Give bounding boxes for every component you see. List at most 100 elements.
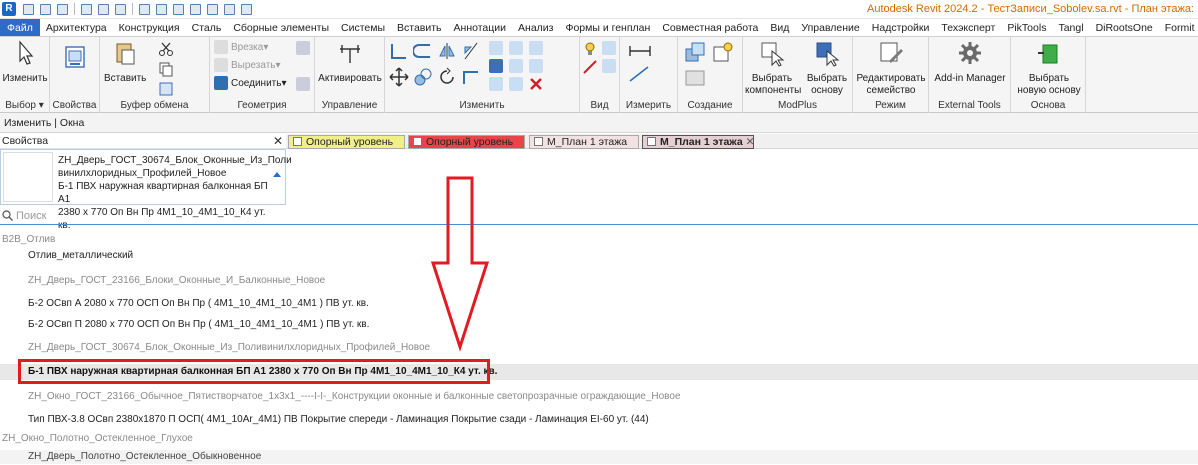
delete-icon[interactable] (529, 77, 543, 91)
split-icon[interactable] (489, 41, 503, 55)
print-icon[interactable] (115, 3, 126, 15)
sync-icon[interactable] (57, 3, 68, 15)
view-tab-ref-level-2[interactable]: Опорный уровень (408, 135, 525, 149)
open-icon[interactable] (23, 3, 34, 15)
list-item[interactable]: Отлив_металлический (0, 249, 1198, 263)
pin-icon[interactable] (529, 59, 543, 73)
modify-panel-label: Изменить (459, 100, 505, 111)
select-base-button[interactable]: Выбрать основу (803, 39, 851, 97)
save-icon[interactable] (40, 3, 51, 15)
list-group-header: ZH_Дверь_ГОСТ_30674_Блок_Оконные_Из_Поли… (28, 342, 431, 353)
tab-insert[interactable]: Вставить (391, 19, 448, 36)
tab-manage[interactable]: Управление (795, 19, 865, 36)
unpin-icon[interactable] (529, 41, 543, 55)
tab-steel[interactable]: Сталь (186, 19, 228, 36)
cut-out-button[interactable]: Вырезать ▾ (214, 58, 281, 72)
view-tab-floor-plan-1[interactable]: М_План 1 этажа (529, 135, 639, 149)
trim-multiple-icon[interactable] (509, 77, 523, 91)
select-new-base-button[interactable]: Выбрать новую основу (1015, 39, 1083, 97)
rotate-icon[interactable] (437, 67, 457, 87)
dimension-tool-icon[interactable] (628, 65, 652, 83)
edit-family-icon (880, 42, 903, 63)
tab-file[interactable]: Файл (0, 19, 40, 36)
tab-analyze[interactable]: Анализ (512, 19, 559, 36)
tab-dirootsone[interactable]: DiRootsOne (1090, 19, 1159, 36)
tab-architecture[interactable]: Архитектура (40, 19, 113, 36)
light-bulb-icon[interactable] (582, 41, 598, 57)
create-parts-icon[interactable] (712, 41, 734, 63)
tab-tangl[interactable]: Tangl (1052, 19, 1089, 36)
tab-annotate[interactable]: Аннотации (448, 19, 513, 36)
create-assembly-icon[interactable] (684, 41, 706, 63)
redo-icon[interactable] (98, 3, 109, 15)
close-tab-icon[interactable]: ✕ (746, 136, 753, 148)
properties-label: Свойства (52, 100, 97, 111)
list-item[interactable]: Б-2 ОСвп А 2080 х 770 ОСП Оп Вн Пр ( 4М1… (0, 297, 1198, 311)
view-tab-floor-plan-active[interactable]: М_План 1 этажа ✕ (642, 135, 754, 149)
home-3d-icon[interactable] (190, 3, 201, 15)
properties-button[interactable] (60, 43, 90, 77)
thin-lines-icon[interactable] (224, 3, 235, 15)
view-panel-label: Вид (590, 100, 609, 111)
dimension-icon[interactable] (156, 3, 167, 15)
match-properties-icon[interactable] (158, 81, 174, 97)
override-icon[interactable] (602, 59, 616, 73)
tab-addins[interactable]: Надстройки (866, 19, 936, 36)
scale-icon[interactable] (509, 59, 523, 73)
select-panel-label[interactable]: Выбор ▾ (0, 100, 49, 111)
switch-windows-icon[interactable] (241, 3, 252, 15)
move-icon[interactable] (389, 67, 409, 87)
select-components-button[interactable]: Выбрать компоненты (745, 39, 801, 97)
view-tab-ref-level-1[interactable]: Опорный уровень (288, 135, 405, 149)
list-group-header: ZH_Окно_Полотно_Остекленное_Глухое (2, 433, 193, 444)
modify-button[interactable]: Изменить (2, 39, 48, 85)
select-panel-text: Выбор (5, 100, 36, 111)
align-icon[interactable] (389, 41, 409, 61)
mirror-draw-icon[interactable] (461, 41, 481, 61)
wall-joins-icon[interactable] (296, 41, 310, 55)
tab-systems[interactable]: Системы (335, 19, 391, 36)
tab-precast[interactable]: Сборные элементы (227, 19, 335, 36)
cut-in-button[interactable]: Врезка ▾ (214, 40, 268, 54)
section-icon[interactable] (207, 3, 218, 15)
cut-icon[interactable] (158, 41, 174, 57)
activate-label: Активировать (318, 73, 382, 84)
mirror-axis-icon[interactable] (437, 41, 457, 61)
dropdown-arrow-icon[interactable] (273, 172, 281, 177)
text-icon[interactable] (173, 3, 184, 15)
activate-button[interactable]: Активировать (317, 39, 383, 85)
tab-techexpert[interactable]: Техэксперт (935, 19, 1001, 36)
hide-icon[interactable] (602, 41, 616, 55)
demolish-icon[interactable] (296, 77, 310, 91)
list-item[interactable]: Б-2 ОСвп П 2080 х 770 ОСП Оп Вн Пр ( 4М1… (0, 318, 1198, 332)
revit-logo-icon[interactable]: R (2, 2, 16, 16)
tab-piktools[interactable]: PikTools (1001, 19, 1052, 36)
undo-icon[interactable] (81, 3, 92, 15)
edit-family-button[interactable]: Редактировать семейство (855, 39, 927, 97)
type-search-field[interactable]: Поиск (0, 207, 1198, 225)
array-icon[interactable] (489, 59, 503, 73)
tab-collaborate[interactable]: Совместная работа (656, 19, 764, 36)
addin-manager-button[interactable]: Add-in Manager (931, 39, 1009, 85)
linework-icon[interactable] (582, 59, 598, 75)
close-icon[interactable]: ✕ (273, 134, 283, 148)
copy-element-icon[interactable] (413, 67, 433, 87)
type-selector[interactable]: ZH_Дверь_ГОСТ_30674_Блок_Оконные_Из_Поли… (0, 149, 292, 231)
tab-structure[interactable]: Конструкция (113, 19, 186, 36)
trim-icon[interactable] (461, 67, 481, 87)
tab-view[interactable]: Вид (764, 19, 795, 36)
paste-button[interactable]: Вставить (104, 39, 146, 85)
offset-icon[interactable] (413, 41, 433, 61)
split-gap-icon[interactable] (509, 41, 523, 55)
create-similar-icon[interactable] (684, 69, 706, 87)
trim-extend-icon[interactable] (489, 77, 503, 91)
measure-icon[interactable] (139, 3, 150, 15)
measure-distance-icon[interactable] (628, 43, 652, 59)
tab-formit-exporter[interactable]: Formit Exporter (1159, 19, 1198, 36)
tab-massing-site[interactable]: Формы и генплан (559, 19, 656, 36)
clipboard-label: Буфер обмена (120, 100, 189, 111)
list-item[interactable]: Тип ПВХ-3.8 ОСвп 2380x1870 П ОСП( 4М1_10… (0, 413, 1198, 427)
paste-label: Вставить (104, 73, 147, 84)
copy-icon[interactable] (158, 61, 174, 77)
join-button[interactable]: Соединить ▾ (214, 76, 286, 90)
